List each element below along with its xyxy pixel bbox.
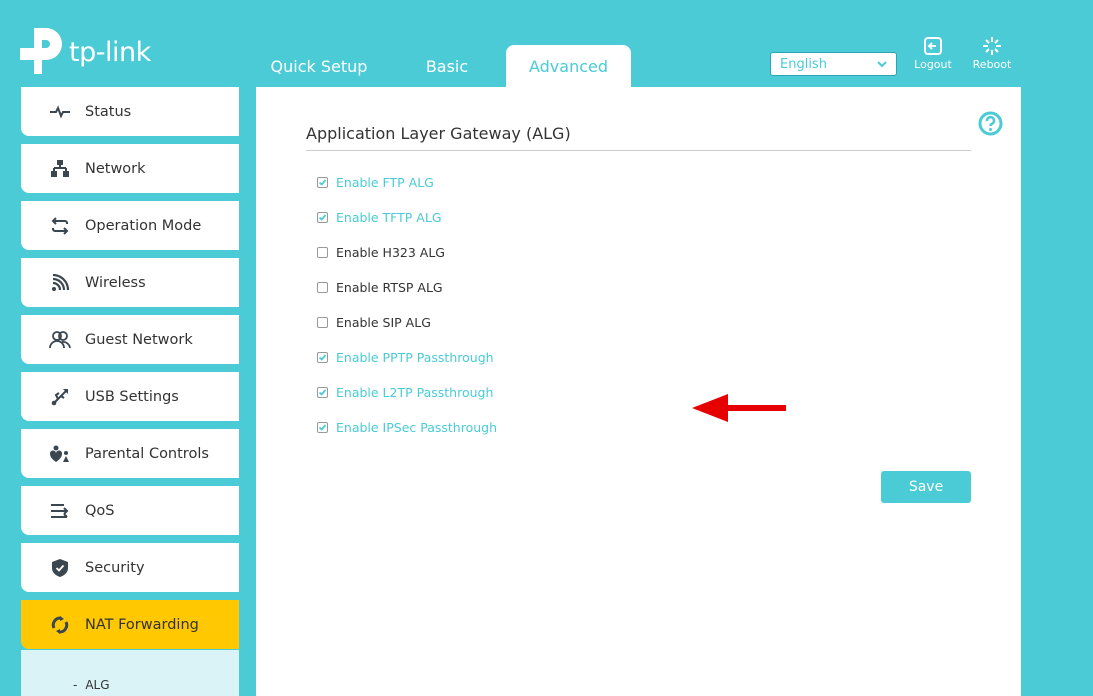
tp-link-logo-icon — [20, 26, 66, 74]
qos-icon — [49, 500, 71, 522]
logout-button[interactable]: Logout — [908, 36, 958, 71]
main-content: Application Layer Gateway (ALG) Enable F… — [256, 87, 1021, 696]
tab-label: Advanced — [528, 56, 609, 76]
sidebar-item-label: Operation Mode — [85, 217, 202, 234]
option-label: Enable RTSP ALG — [336, 280, 443, 295]
checkbox-checked[interactable] — [317, 352, 328, 363]
sidebar-item-security[interactable]: Security — [21, 543, 239, 592]
checkmark-icon — [318, 424, 327, 431]
tab-label: Quick Setup — [270, 56, 368, 76]
option-label: Enable TFTP ALG — [336, 210, 442, 225]
parental-controls-icon — [49, 443, 71, 465]
sidebar-item-label: Security — [85, 559, 145, 576]
reboot-icon — [983, 37, 1001, 55]
red-annotation-arrow — [692, 394, 786, 422]
sidebar-item-guest-network[interactable]: Guest Network — [21, 315, 239, 364]
language-select[interactable]: English — [770, 52, 897, 76]
help-button[interactable] — [978, 111, 1003, 140]
network-icon — [49, 158, 71, 180]
submenu-dash: - — [73, 678, 78, 692]
alg-option-enable-sip-alg[interactable]: Enable SIP ALG — [317, 315, 431, 330]
security-shield-icon — [49, 557, 71, 579]
operation-mode-icon — [49, 215, 71, 237]
tp-link-logo: tp-link — [20, 26, 151, 74]
sidebar-item-label: Guest Network — [85, 331, 193, 348]
chevron-down-icon — [877, 61, 887, 68]
sidebar-item-nat-forwarding[interactable]: NAT Forwarding — [21, 600, 239, 649]
status-icon — [49, 101, 71, 123]
nat-forwarding-submenu: - ALG — [21, 650, 239, 696]
option-label: Enable FTP ALG — [336, 175, 434, 190]
save-button[interactable]: Save — [881, 471, 971, 503]
page-title: Application Layer Gateway (ALG) — [306, 124, 571, 143]
option-label: Enable SIP ALG — [336, 315, 431, 330]
sidebar-item-label: QoS — [85, 502, 115, 519]
alg-option-enable-ftp-alg[interactable]: Enable FTP ALG — [317, 175, 434, 190]
sidebar-item-label: Network — [85, 160, 146, 177]
alg-option-enable-h323-alg[interactable]: Enable H323 ALG — [317, 245, 445, 260]
tab-quick-setup[interactable]: Quick Setup — [250, 45, 388, 87]
checkmark-icon — [318, 179, 327, 186]
alg-option-enable-tftp-alg[interactable]: Enable TFTP ALG — [317, 210, 442, 225]
sidebar-item-label: USB Settings — [85, 388, 179, 405]
tab-advanced[interactable]: Advanced — [506, 45, 631, 87]
sidebar-nav: Status Network Operation Mode Wireless G… — [21, 87, 239, 657]
checkbox-checked[interactable] — [317, 422, 328, 433]
tab-basic[interactable]: Basic — [388, 45, 506, 87]
alg-option-enable-rtsp-alg[interactable]: Enable RTSP ALG — [317, 280, 443, 295]
sidebar-item-label: Parental Controls — [85, 445, 209, 462]
option-label: Enable H323 ALG — [336, 245, 445, 260]
checkmark-icon — [318, 354, 327, 361]
sidebar-item-status[interactable]: Status — [21, 87, 239, 136]
alg-option-enable-ipsec-passthrough[interactable]: Enable IPSec Passthrough — [317, 420, 497, 435]
logo-text: tp-link — [69, 36, 151, 68]
checkbox-checked[interactable] — [317, 177, 328, 188]
tab-label: Basic — [425, 56, 469, 76]
logout-label: Logout — [914, 58, 952, 71]
reboot-button[interactable]: Reboot — [967, 36, 1017, 71]
sidebar-item-label: Wireless — [85, 274, 146, 291]
title-divider — [306, 150, 971, 151]
submenu-item-label: ALG — [85, 678, 110, 692]
sidebar-item-label: NAT Forwarding — [85, 616, 199, 633]
sidebar-item-usb-settings[interactable]: USB Settings — [21, 372, 239, 421]
option-label: Enable L2TP Passthrough — [336, 385, 494, 400]
checkbox-unchecked[interactable] — [317, 317, 328, 328]
option-label: Enable PPTP Passthrough — [336, 350, 494, 365]
submenu-item-alg[interactable]: - ALG — [73, 678, 110, 692]
alg-option-enable-l2tp-passthrough[interactable]: Enable L2TP Passthrough — [317, 385, 493, 400]
sidebar-item-operation-mode[interactable]: Operation Mode — [21, 201, 239, 250]
sidebar-item-network[interactable]: Network — [21, 144, 239, 193]
checkbox-checked[interactable] — [317, 387, 328, 398]
sidebar-item-parental-controls[interactable]: Parental Controls — [21, 429, 239, 478]
wireless-icon — [49, 272, 71, 294]
reboot-label: Reboot — [972, 58, 1012, 71]
checkbox-checked[interactable] — [317, 212, 328, 223]
help-question-icon — [978, 111, 1003, 136]
nat-forwarding-icon — [49, 614, 71, 636]
sidebar-item-label: Status — [85, 103, 132, 120]
sidebar-item-wireless[interactable]: Wireless — [21, 258, 239, 307]
sidebar-item-qos[interactable]: QoS — [21, 486, 239, 535]
checkmark-icon — [318, 389, 327, 396]
usb-icon — [49, 386, 71, 408]
checkmark-icon — [318, 214, 327, 221]
logout-icon — [924, 37, 942, 55]
language-selected: English — [780, 56, 827, 72]
alg-option-enable-pptp-passthrough[interactable]: Enable PPTP Passthrough — [317, 350, 494, 365]
checkbox-unchecked[interactable] — [317, 282, 328, 293]
checkbox-unchecked[interactable] — [317, 247, 328, 258]
guest-network-icon — [49, 329, 71, 351]
option-label: Enable IPSec Passthrough — [336, 420, 498, 435]
main-tabs: Quick Setup Basic Advanced — [250, 45, 631, 87]
